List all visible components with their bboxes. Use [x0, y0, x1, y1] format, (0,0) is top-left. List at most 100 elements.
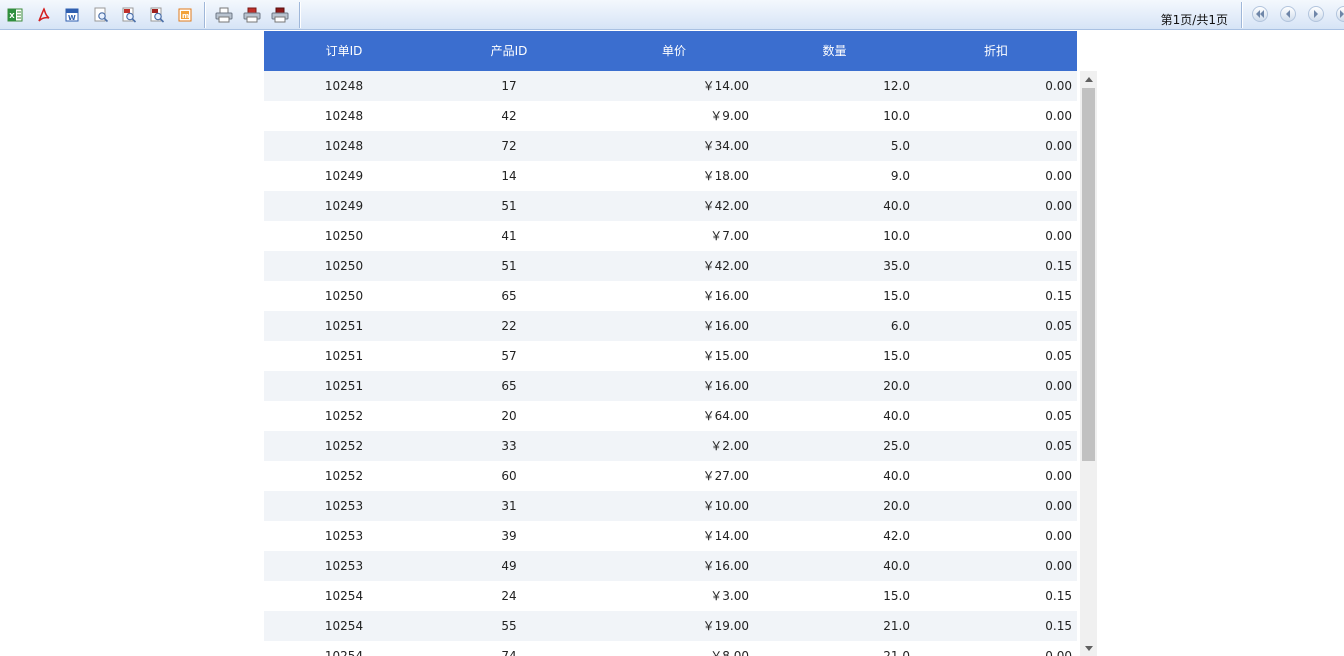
cell-product-id: 74	[501, 649, 517, 656]
next-page-icon[interactable]	[1308, 6, 1324, 22]
svg-text:W: W	[68, 14, 76, 22]
table-row: 10252 60 ￥27.00 40.0 0.00	[264, 461, 1077, 491]
cell-quantity: 25.0	[883, 439, 910, 453]
cell-order-id: 10254	[324, 649, 364, 656]
cell-product-id: 33	[501, 439, 517, 453]
cell-quantity: 40.0	[883, 469, 910, 483]
svg-text:m: m	[182, 12, 189, 20]
cell-quantity: 40.0	[883, 559, 910, 573]
prev-page-icon[interactable]	[1280, 6, 1296, 22]
cell-discount: 0.05	[1045, 439, 1072, 453]
cell-quantity: 15.0	[883, 349, 910, 363]
cell-discount: 0.00	[1045, 529, 1072, 543]
print-pdf-icon[interactable]	[270, 5, 290, 25]
cell-quantity: 12.0	[883, 79, 910, 93]
cell-unit-price: ￥16.00	[702, 559, 749, 573]
scrollbar-thumb[interactable]	[1082, 88, 1095, 461]
cell-unit-price: ￥42.00	[702, 199, 749, 213]
cell-order-id: 10251	[324, 349, 364, 363]
cell-unit-price: ￥15.00	[702, 349, 749, 363]
pdf-preview-icon[interactable]	[147, 5, 167, 25]
cell-unit-price: ￥16.00	[702, 319, 749, 333]
table-row: 10252 20 ￥64.00 40.0 0.05	[264, 401, 1077, 431]
cell-order-id: 10250	[324, 229, 364, 243]
cell-product-id: 22	[501, 319, 517, 333]
cell-discount: 0.15	[1045, 619, 1072, 633]
cell-quantity: 15.0	[883, 289, 910, 303]
cell-discount: 0.15	[1045, 589, 1072, 603]
cell-order-id: 10248	[324, 139, 364, 153]
cell-discount: 0.00	[1045, 379, 1072, 393]
vertical-scrollbar[interactable]	[1080, 71, 1097, 656]
cell-quantity: 21.0	[883, 619, 910, 633]
cell-product-id: 55	[501, 619, 517, 633]
table-row: 10250 65 ￥16.00 15.0 0.15	[264, 281, 1077, 311]
printer-icon[interactable]	[214, 5, 234, 25]
table-row: 10253 49 ￥16.00 40.0 0.00	[264, 551, 1077, 581]
cell-order-id: 10254	[324, 619, 364, 633]
table-row: 10251 65 ￥16.00 20.0 0.00	[264, 371, 1077, 401]
table-body: 10248 17 ￥14.00 12.0 0.00 10248 42 ￥9.00 10.0 0.0…	[264, 71, 1077, 656]
cell-unit-price: ￥3.00	[710, 589, 749, 603]
table-row: 10253 31 ￥10.00 20.0 0.00	[264, 491, 1077, 521]
cell-unit-price: ￥14.00	[702, 79, 749, 93]
cell-order-id: 10252	[324, 409, 364, 423]
cell-discount: 0.00	[1045, 109, 1072, 123]
scroll-up-icon[interactable]	[1080, 71, 1097, 87]
word-icon[interactable]: W	[62, 5, 82, 25]
table-row: 10253 39 ￥14.00 42.0 0.00	[264, 521, 1077, 551]
cell-order-id: 10251	[324, 319, 364, 333]
table-row: 10248 72 ￥34.00 5.0 0.00	[264, 131, 1077, 161]
table-row: 10252 33 ￥2.00 25.0 0.05	[264, 431, 1077, 461]
cell-discount: 0.15	[1045, 289, 1072, 303]
print-flash-icon[interactable]	[242, 5, 262, 25]
svg-text:X: X	[9, 12, 15, 20]
report-toolbar: X W m 第1页/共1页	[0, 0, 1344, 30]
cell-product-id: 72	[501, 139, 517, 153]
scroll-down-icon[interactable]	[1080, 640, 1097, 656]
cell-discount: 0.00	[1045, 199, 1072, 213]
cell-product-id: 60	[501, 469, 517, 483]
first-page-icon[interactable]	[1252, 6, 1268, 22]
column-header-quantity: 数量	[822, 44, 847, 58]
cell-unit-price: ￥2.00	[710, 439, 749, 453]
table-row: 10254 74 ￥8.00 21.0 0.00	[264, 641, 1077, 656]
excel-icon[interactable]: X	[5, 5, 25, 25]
cell-order-id: 10249	[324, 169, 364, 183]
cell-discount: 0.05	[1045, 319, 1072, 333]
cell-quantity: 40.0	[883, 409, 910, 423]
excel-preview-icon[interactable]	[119, 5, 139, 25]
last-page-icon[interactable]	[1336, 6, 1344, 22]
flash-preview-icon[interactable]: m	[175, 5, 195, 25]
cell-unit-price: ￥14.00	[702, 529, 749, 543]
cell-product-id: 31	[501, 499, 517, 513]
cell-unit-price: ￥18.00	[702, 169, 749, 183]
pdf-icon[interactable]	[34, 5, 54, 25]
cell-quantity: 35.0	[883, 259, 910, 273]
cell-unit-price: ￥27.00	[702, 469, 749, 483]
cell-product-id: 57	[501, 349, 517, 363]
cell-product-id: 14	[501, 169, 517, 183]
cell-unit-price: ￥64.00	[702, 409, 749, 423]
cell-unit-price: ￥34.00	[702, 139, 749, 153]
table-row: 10250 51 ￥42.00 35.0 0.15	[264, 251, 1077, 281]
cell-order-id: 10250	[324, 259, 364, 273]
table-row: 10249 14 ￥18.00 9.0 0.00	[264, 161, 1077, 191]
cell-discount: 0.00	[1045, 649, 1072, 656]
cell-discount: 0.00	[1045, 139, 1072, 153]
page-indicator: 第1页/共1页	[1160, 13, 1228, 27]
table-row: 10251 57 ￥15.00 15.0 0.05	[264, 341, 1077, 371]
magnifier-icon[interactable]	[91, 5, 111, 25]
cell-product-id: 65	[501, 379, 517, 393]
cell-product-id: 42	[501, 109, 517, 123]
cell-order-id: 10252	[324, 469, 364, 483]
cell-order-id: 10253	[324, 529, 364, 543]
toolbar-separator	[299, 2, 301, 28]
cell-quantity: 9.0	[890, 169, 910, 183]
table-row: 10251 22 ￥16.00 6.0 0.05	[264, 311, 1077, 341]
column-header-unit-price: 单价	[661, 44, 686, 58]
cell-quantity: 10.0	[883, 229, 910, 243]
cell-discount: 0.00	[1045, 229, 1072, 243]
cell-unit-price: ￥9.00	[710, 109, 749, 123]
cell-unit-price: ￥16.00	[702, 379, 749, 393]
